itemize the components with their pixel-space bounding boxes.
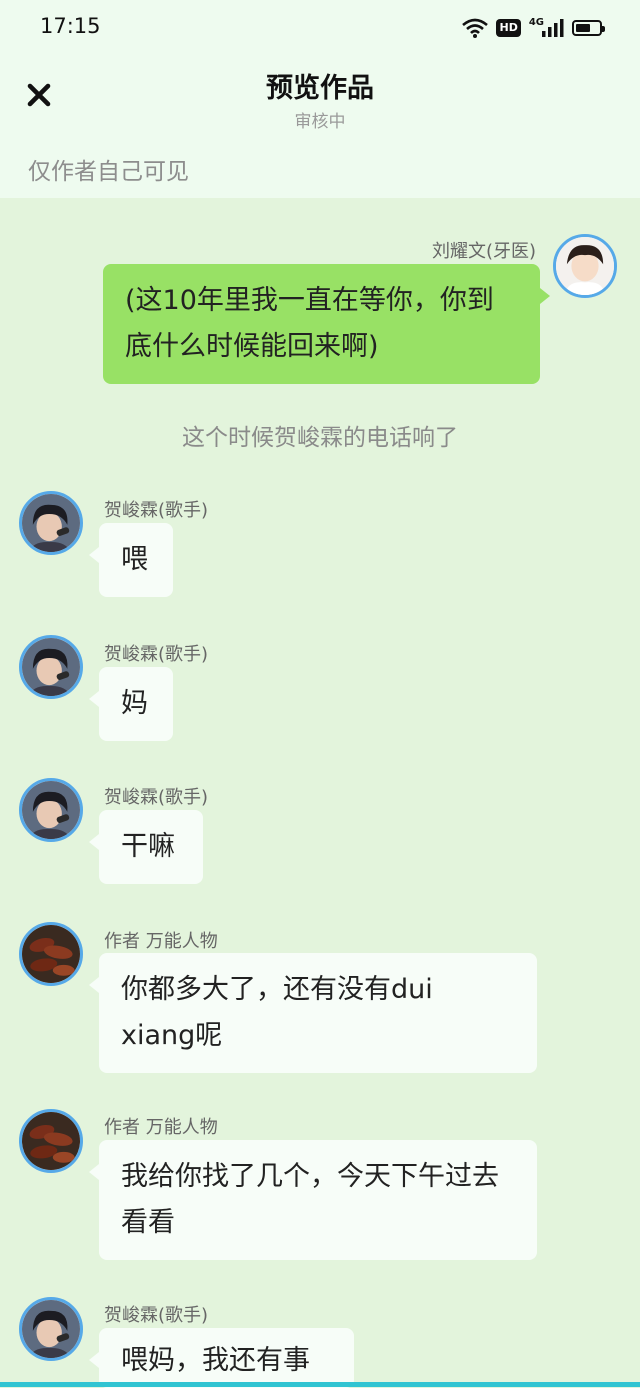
page-title: 预览作品: [266, 73, 374, 104]
avatar-he[interactable]: [19, 635, 83, 699]
sender-name: 贺峻霖(歌手): [104, 500, 209, 521]
sender-name: 作者 万能人物: [104, 931, 218, 952]
network-type-label: 4G: [528, 16, 544, 28]
message-bubble[interactable]: 你都多大了，还有没有dui xiang呢: [89, 953, 537, 1073]
message-bubble[interactable]: (这10年里我一直在等你，你到底什么时候能回来啊): [103, 264, 550, 384]
status-bar: 17:15 HD 4G: [0, 0, 640, 56]
avatar-author[interactable]: [19, 922, 83, 986]
message-bubble[interactable]: 喂: [89, 523, 173, 597]
status-icons: HD 4G: [462, 16, 605, 40]
message-bubble[interactable]: 妈: [89, 667, 173, 741]
sender-name: 贺峻霖(歌手): [104, 1305, 209, 1326]
wifi-icon: [462, 18, 489, 38]
visibility-note: 仅作者自己可见: [28, 159, 189, 185]
status-time: 17:15: [40, 14, 101, 38]
battery-icon: [572, 20, 605, 36]
avatar-he[interactable]: [19, 1297, 83, 1361]
avatar-liu[interactable]: [553, 234, 617, 298]
header-area: 17:15 HD 4G 预览作品 审核中 仅作者自己可见: [0, 0, 640, 198]
sender-name: 贺峻霖(歌手): [104, 787, 209, 808]
sender-name: 贺峻霖(歌手): [104, 644, 209, 665]
review-status: 审核中: [294, 112, 346, 132]
signal-icon: [542, 19, 564, 37]
message-bubble[interactable]: 喂妈，我还有事: [89, 1328, 354, 1388]
message-bubble[interactable]: 干嘛: [89, 810, 203, 884]
bottom-indicator: [0, 1382, 640, 1387]
sender-name: 作者 万能人物: [104, 1117, 218, 1138]
avatar-he[interactable]: [19, 491, 83, 555]
avatar-he[interactable]: [19, 778, 83, 842]
sender-name: 刘耀文(牙医): [431, 241, 536, 262]
narration-text: 这个时候贺峻霖的电话响了: [182, 425, 458, 451]
avatar-author[interactable]: [19, 1109, 83, 1173]
hd-icon: HD: [496, 19, 521, 37]
message-bubble[interactable]: 我给你找了几个，今天下午过去看看: [89, 1140, 537, 1260]
